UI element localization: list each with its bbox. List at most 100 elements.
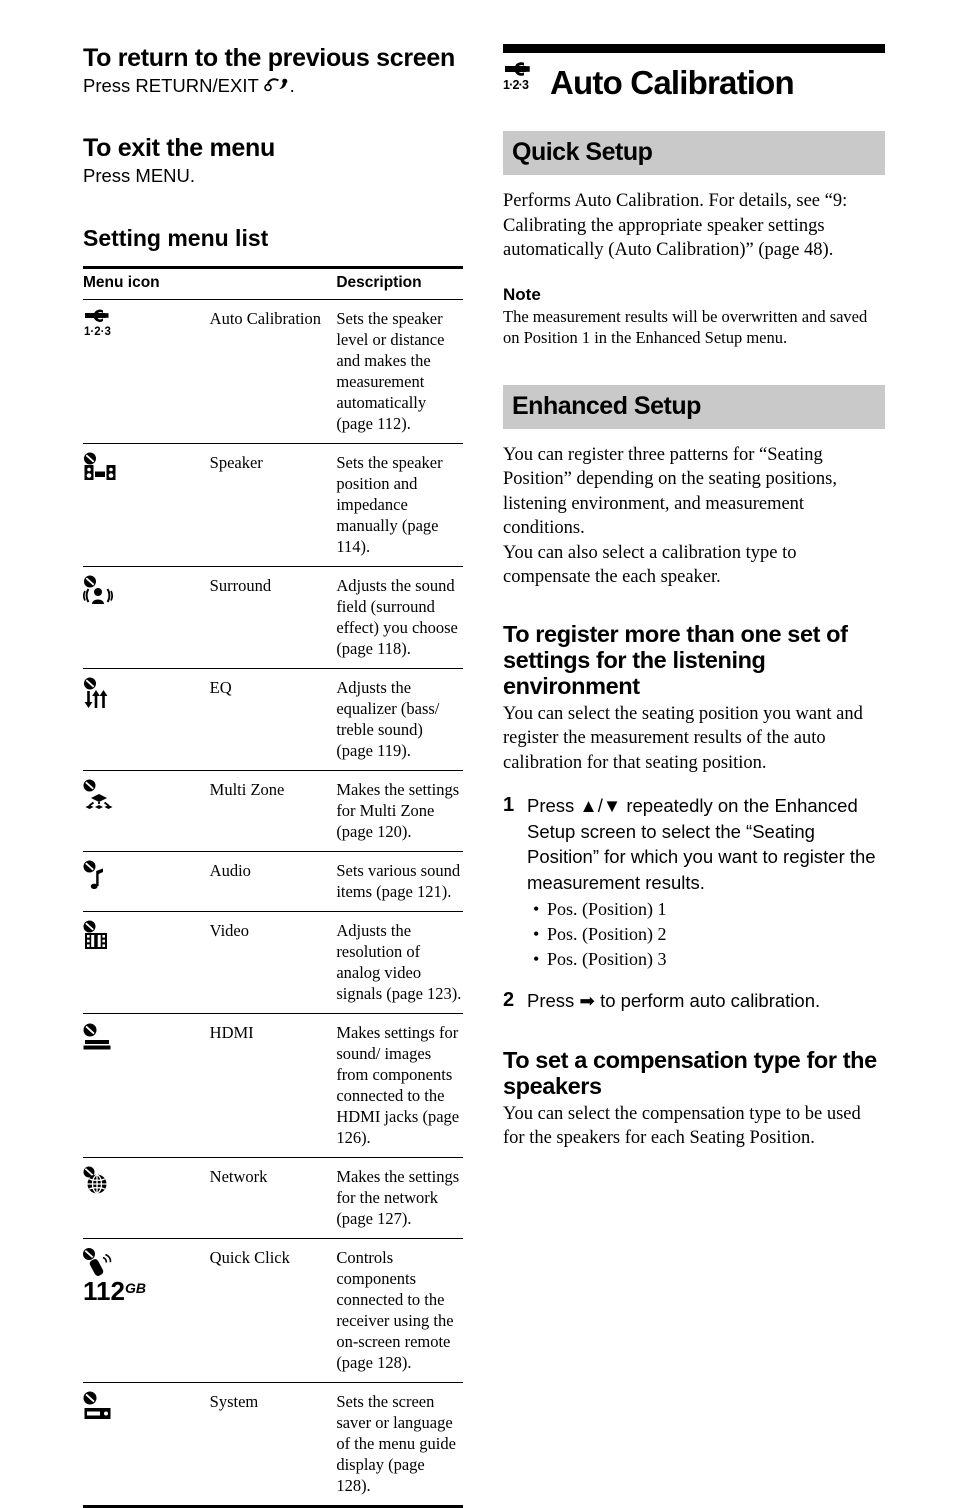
row-name: Audio [209,861,251,880]
row-name: EQ [209,678,232,697]
row-name: Auto Calibration [209,309,322,328]
row-icon-cell [83,912,210,1014]
subsection-heading-register-settings: To register more than one set of setting… [503,620,848,699]
row-description: Sets the speaker level or distance and m… [336,309,445,433]
system-icon [83,1391,125,1425]
table-row: Surround Adjusts the sound field (surrou… [83,567,463,669]
return-exit-icon [263,75,290,96]
row-description: Adjusts the resolution of analog video s… [336,921,462,1003]
subsection-heading-compensation-type: To set a compensation type for the speak… [503,1046,877,1099]
chapter-title-text: Auto Calibration [550,64,795,101]
row-icon-cell [83,771,210,852]
heading-return-previous-screen: To return to the previous screen [83,44,455,72]
row-name: Surround [209,576,272,595]
list-item: Pos. (Position) 2 [533,922,885,947]
step-item: 1 Press ▲/▼ repeatedly on the Enhanced S… [503,793,885,895]
return-previous-screen-body: Press RETURN/EXIT . [83,74,463,98]
return-exit-period: . [289,75,295,96]
row-name: HDMI [209,1023,254,1042]
position-options-list: Pos. (Position) 1 Pos. (Position) 2 Pos.… [503,897,885,972]
table-row: Speaker Sets the speaker position and im… [83,444,463,567]
row-description: Sets the screen saver or language of the… [336,1392,456,1495]
row-description: Sets the speaker position and impedance … [336,453,443,556]
hdmi-icon [83,1022,125,1056]
subsection-body-compensation-type: You can select the compensation type to … [503,1103,861,1149]
table-row: Quick Click Controls components connecte… [83,1239,463,1383]
enhanced-setup-heading-text: Enhanced Setup [512,391,701,420]
table-row: Audio Sets various sound items (page 121… [83,852,463,912]
row-description: Makes the settings for the network (page… [336,1167,460,1228]
row-description: Makes the settings for Multi Zone (page … [336,780,460,841]
table-row: Video Adjusts the resolution of analog v… [83,912,463,1014]
row-icon-cell [83,1383,210,1507]
step-number: 1 [503,794,515,816]
row-icon-cell [83,444,210,567]
press-return-exit-text: Press RETURN/EXIT [83,75,264,96]
row-description: Controls components connected to the rec… [336,1248,454,1372]
row-name: Multi Zone [209,780,285,799]
svg-text:1·2·3: 1·2·3 [503,78,529,92]
enhanced-setup-paragraph-1: You can register three patterns for “Sea… [503,444,838,539]
row-icon-cell [83,567,210,669]
setting-menu-table: Menu icon Description 1·2·3 Auto Calibra… [83,266,463,1508]
heading-setting-menu-list: Setting menu list [83,225,269,251]
row-icon-cell: 1·2·3 [83,300,210,444]
page-region-suffix: GB [124,1280,146,1296]
page-number: 112GB [83,1278,146,1308]
row-icon-cell [83,1014,210,1158]
exit-menu-body: Press MENU. [83,165,196,186]
row-icon-cell [83,852,210,912]
quick-setup-heading-text: Quick Setup [512,138,653,166]
list-item: Pos. (Position) 3 [533,947,885,972]
table-row: System Sets the screen saver or language… [83,1383,463,1507]
table-head: Menu icon Description [83,267,463,300]
table-header-row: Menu icon Description [83,267,463,300]
row-description: Adjusts the sound field (surround effect… [336,576,458,658]
multi-zone-icon [83,779,125,813]
table-row: 1·2·3 Auto Calibration Sets the speaker … [83,300,463,444]
step-number: 2 [503,989,515,1011]
row-name: Speaker [209,453,263,472]
row-description: Sets various sound items (page 121). [336,861,461,901]
row-name: Quick Click [209,1248,290,1267]
subsection-intro-register-settings: You can select the seating position you … [503,703,863,773]
eq-icon [83,677,125,711]
row-name: Video [209,921,249,940]
enhanced-setup-paragraph-2: You can also select a calibration type t… [503,542,797,588]
table-row: EQ Adjusts the equalizer (bass/ treble s… [83,669,463,771]
column-header-description: Description [336,274,422,291]
row-icon-cell [83,669,210,771]
auto-calibration-icon: 1·2·3 [83,308,125,342]
step-text: Press ▲/▼ repeatedly on the Enhanced Set… [527,795,876,893]
section-header-enhanced-setup: Enhanced Setup [503,384,885,429]
page-number-value: 112 [83,1276,125,1306]
note-body: The measurement results will be overwrit… [503,306,868,348]
video-icon [83,920,125,954]
document-page: To return to the previous screen Press R… [0,0,954,1507]
row-description: Makes settings for sound/ images from co… [336,1023,460,1147]
step-item: 2 Press ➡ to perform auto calibration. [503,988,885,1014]
network-icon [83,1166,125,1200]
audio-icon [83,860,125,894]
row-name: Network [209,1167,268,1186]
table-body: 1·2·3 Auto Calibration Sets the speaker … [83,300,463,1507]
note-heading: Note [503,284,541,304]
speaker-icon [83,452,125,486]
chapter-rule [503,44,885,53]
heading-exit-menu: To exit the menu [83,134,275,162]
row-name: System [209,1392,259,1411]
step-text: Press ➡ to perform auto calibration. [527,990,821,1011]
section-header-quick-setup: Quick Setup [503,131,885,175]
auto-calibration-icon: 1·2·3 [503,61,545,105]
table-row: Multi Zone Makes the settings for Multi … [83,771,463,852]
row-description: Adjusts the equalizer (bass/ treble soun… [336,678,440,760]
right-column: 1·2·3 Auto Calibration Quick Setup Perfo… [503,44,885,1151]
table-row: HDMI Makes settings for sound/ images fr… [83,1014,463,1158]
row-icon-cell [83,1239,210,1383]
surround-icon [83,575,125,609]
list-item: Pos. (Position) 1 [533,897,885,922]
page-title: 1·2·3 Auto Calibration [503,61,885,105]
table-row: Network Makes the settings for the netwo… [83,1158,463,1239]
svg-text:1·2·3: 1·2·3 [84,326,111,338]
column-header-menu-icon: Menu icon [83,274,160,291]
